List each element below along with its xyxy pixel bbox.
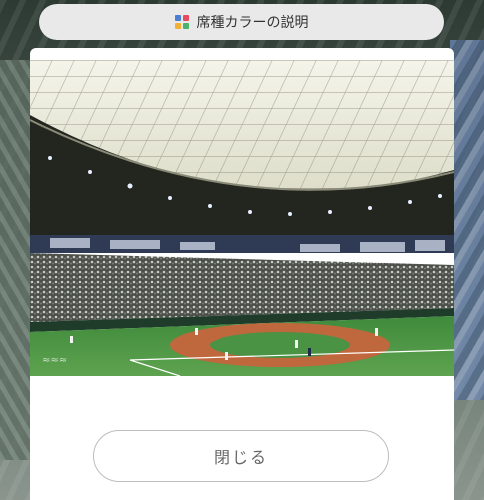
background-seat-map-left xyxy=(0,60,30,460)
seat-color-header: 席種カラーの説明 xyxy=(39,4,444,40)
background-seat-map-right xyxy=(450,40,484,400)
legend-square-yellow xyxy=(174,23,181,29)
close-button[interactable]: 閉じる xyxy=(93,430,389,482)
color-legend-icon xyxy=(174,15,189,29)
header-title: 席種カラーの説明 xyxy=(196,15,309,31)
legend-square-green xyxy=(182,23,189,29)
modal-dialog: ≈≈≈ 閉じる xyxy=(30,48,454,500)
svg-text:≈≈≈: ≈≈≈ xyxy=(42,355,67,366)
legend-square-red xyxy=(182,15,189,21)
stadium-photo: ≈≈≈ xyxy=(30,60,454,376)
legend-square-blue xyxy=(174,15,181,21)
